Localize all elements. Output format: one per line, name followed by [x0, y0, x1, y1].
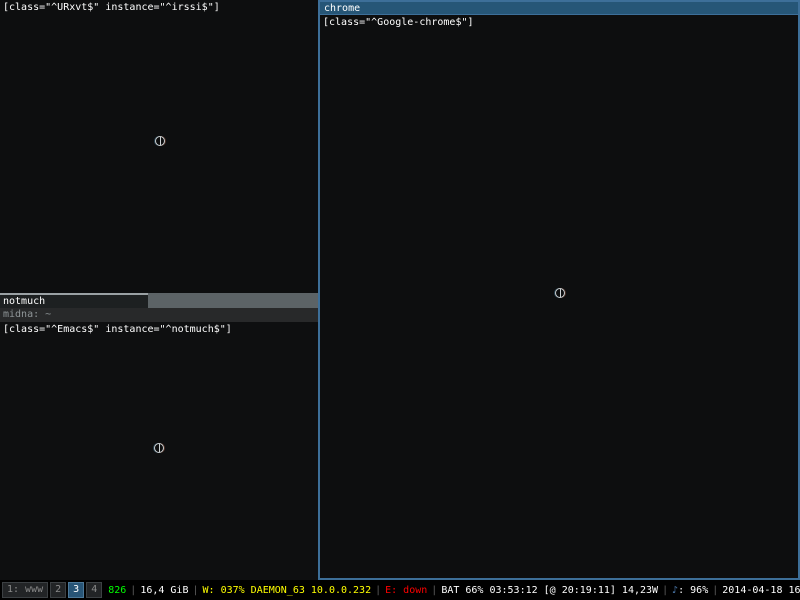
status-ethernet: E: down [385, 585, 427, 596]
workspace-button-2[interactable]: 2 [50, 582, 66, 598]
status-volume: : 96% [678, 585, 708, 596]
watch-cursor-icon [555, 288, 565, 298]
status-wireless: W: 037% DAEMON_63 10.0.0.232 [203, 585, 372, 596]
swallow-criteria-notmuch: [class="^Emacs$" instance="^notmuch$"] [0, 322, 318, 337]
watch-cursor-icon [154, 443, 164, 453]
status-separator: | [375, 585, 381, 596]
window-notmuch-container[interactable]: notmuch midna: ~ [class="^Emacs$" instan… [0, 293, 318, 580]
titlebar-chrome[interactable]: chrome [320, 2, 798, 15]
status-separator: | [712, 585, 718, 596]
status-separator: | [130, 585, 136, 596]
swallow-criteria-chrome: [class="^Google-chrome$"] [320, 15, 798, 30]
titlebar-midna[interactable]: midna: ~ [0, 308, 318, 322]
status-memory: 16,4 GiB [140, 585, 188, 596]
status-separator: | [662, 585, 668, 596]
titlebar-notmuch[interactable]: notmuch [0, 293, 318, 308]
watch-cursor-icon [155, 136, 165, 146]
workspace-button-4[interactable]: 4 [86, 582, 102, 598]
swallow-criteria-irssi: [class="^URxvt$" instance="^irssi$"] [0, 0, 318, 15]
titlebar-notmuch-label[interactable]: notmuch [0, 293, 148, 308]
status-mail-count: 826 [108, 585, 126, 596]
status-battery: BAT 66% 03:53:12 [@ 20:19:11] 14,23W [441, 585, 658, 596]
window-notmuch-placeholder[interactable]: [class="^Emacs$" instance="^notmuch$"] [0, 322, 318, 580]
workspace-button-3[interactable]: 3 [68, 582, 84, 598]
window-chrome-content[interactable]: [class="^Google-chrome$"] [320, 15, 798, 578]
window-irssi-placeholder[interactable]: [class="^URxvt$" instance="^irssi$"] [0, 0, 318, 293]
i3status-text: 826 | 16,4 GiB | W: 037% DAEMON_63 10.0.… [108, 585, 800, 596]
status-date: 2014-04-18 16: [722, 585, 800, 596]
workspace-button-1[interactable]: 1: www [2, 582, 48, 598]
window-chrome-placeholder[interactable]: chrome [class="^Google-chrome$"] [318, 0, 800, 580]
desktop: [class="^URxvt$" instance="^irssi$"] not… [0, 0, 800, 600]
status-separator: | [431, 585, 437, 596]
status-bar: 1: www 2 3 4 826 | 16,4 GiB | W: 037% DA… [0, 580, 800, 600]
status-separator: | [192, 585, 198, 596]
titlebar-notmuch-fill [148, 293, 318, 308]
